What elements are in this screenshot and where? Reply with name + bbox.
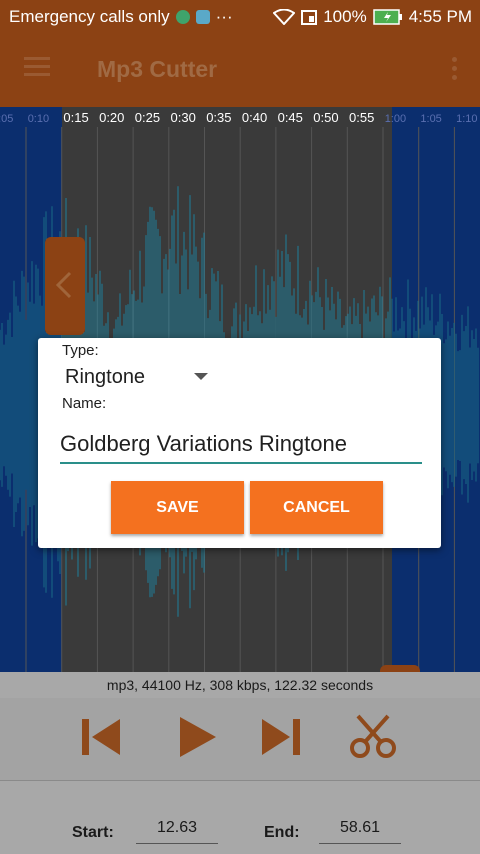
name-label: Name: [62,395,107,412]
name-input[interactable] [60,426,422,464]
globe-icon [175,10,190,24]
save-button[interactable]: SAVE [111,481,244,534]
signal-icon [301,10,318,25]
carrier-text: Emergency calls only [9,7,170,26]
type-spinner[interactable]: Ringtone [65,366,145,389]
battery-percent: 100% [323,7,367,26]
app-notification-icon [195,10,210,24]
more-notifications-icon: ··· [215,7,233,26]
type-label: Type: [62,342,99,359]
cancel-button[interactable]: CANCEL [250,481,383,534]
status-bar: Emergency calls only ··· 100% 4:55 PM [0,0,480,33]
wifi-icon [273,9,296,25]
battery-icon [372,9,402,25]
save-as-dialog: Type: Ringtone Name: SAVE CANCEL [38,338,441,548]
clock: 4:55 PM [408,7,472,26]
dropdown-arrow-icon[interactable] [194,373,208,380]
